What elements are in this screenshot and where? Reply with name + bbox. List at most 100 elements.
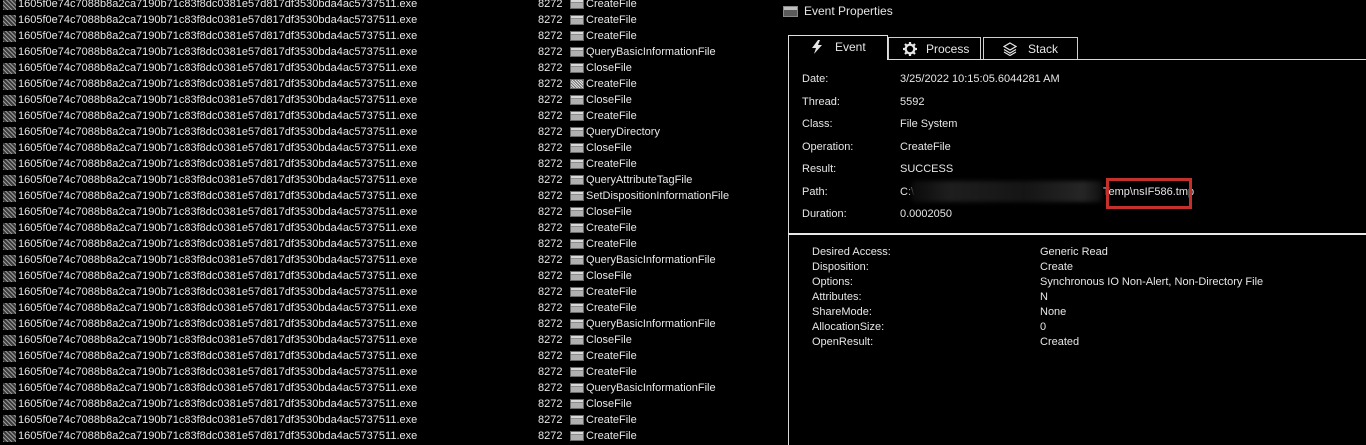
process-name: 1605f0e74c7088b8a2ca7190b71c83f8dc0381e5… [18,254,418,266]
process-name: 1605f0e74c7088b8a2ca7190b71c83f8dc0381e5… [18,414,418,426]
path-highlight-box [1106,178,1192,209]
process-icon [3,143,16,154]
process-name: 1605f0e74c7088b8a2ca7190b71c83f8dc0381e5… [18,206,418,218]
result-label: Result: [802,163,837,175]
process-icon [3,207,16,218]
operation: CreateFile [586,302,637,314]
process-name: 1605f0e74c7088b8a2ca7190b71c83f8dc0381e5… [18,334,418,346]
pid: 8272 [538,414,563,426]
table-row[interactable]: 1605f0e74c7088b8a2ca7190b71c83f8dc0381e5… [0,412,780,428]
file-system-icon [570,31,584,41]
pid: 8272 [538,206,563,218]
table-row[interactable]: 1605f0e74c7088b8a2ca7190b71c83f8dc0381e5… [0,0,780,12]
operation: QueryBasicInformationFile [586,254,716,266]
process-name: 1605f0e74c7088b8a2ca7190b71c83f8dc0381e5… [18,238,418,250]
process-name: 1605f0e74c7088b8a2ca7190b71c83f8dc0381e5… [18,366,418,378]
table-row[interactable]: 1605f0e74c7088b8a2ca7190b71c83f8dc0381e5… [0,108,780,124]
table-row[interactable]: 1605f0e74c7088b8a2ca7190b71c83f8dc0381e5… [0,156,780,172]
pid: 8272 [538,302,563,314]
process-name: 1605f0e74c7088b8a2ca7190b71c83f8dc0381e5… [18,46,418,58]
table-row[interactable]: 1605f0e74c7088b8a2ca7190b71c83f8dc0381e5… [0,380,780,396]
pid: 8272 [538,350,563,362]
process-icon [3,111,16,122]
tab-process[interactable]: Process [888,37,981,59]
file-system-icon [570,319,584,329]
event-list[interactable]: 1605f0e74c7088b8a2ca7190b71c83f8dc0381e5… [0,0,780,445]
table-row[interactable]: 1605f0e74c7088b8a2ca7190b71c83f8dc0381e5… [0,396,780,412]
operation: CloseFile [586,62,632,74]
window-icon [783,6,798,17]
operation: CloseFile [586,142,632,154]
table-row[interactable]: 1605f0e74c7088b8a2ca7190b71c83f8dc0381e5… [0,76,780,92]
pid: 8272 [538,430,563,442]
gear-icon [903,42,917,56]
table-row[interactable]: 1605f0e74c7088b8a2ca7190b71c83f8dc0381e5… [0,316,780,332]
table-row[interactable]: 1605f0e74c7088b8a2ca7190b71c83f8dc0381e5… [0,172,780,188]
tab-stack[interactable]: Stack [983,37,1078,59]
table-row[interactable]: 1605f0e74c7088b8a2ca7190b71c83f8dc0381e5… [0,428,780,444]
file-system-icon [570,383,584,393]
table-row[interactable]: 1605f0e74c7088b8a2ca7190b71c83f8dc0381e5… [0,236,780,252]
event-properties-window: Event Properties Event Process Stack Dat… [780,0,1366,445]
pid: 8272 [538,366,563,378]
operation: SetDispositionInformationFile [586,190,730,202]
table-row[interactable]: 1605f0e74c7088b8a2ca7190b71c83f8dc0381e5… [0,284,780,300]
pid: 8272 [538,0,563,10]
operation: CreateFile [586,366,637,378]
table-row[interactable]: 1605f0e74c7088b8a2ca7190b71c83f8dc0381e5… [0,92,780,108]
file-system-icon [570,207,584,217]
process-icon [3,31,16,42]
operation: QueryBasicInformationFile [586,46,716,58]
table-row[interactable]: 1605f0e74c7088b8a2ca7190b71c83f8dc0381e5… [0,364,780,380]
table-row[interactable]: 1605f0e74c7088b8a2ca7190b71c83f8dc0381e5… [0,204,780,220]
pid: 8272 [538,270,563,282]
process-icon [3,287,16,298]
process-name: 1605f0e74c7088b8a2ca7190b71c83f8dc0381e5… [18,0,418,10]
table-row[interactable]: 1605f0e74c7088b8a2ca7190b71c83f8dc0381e5… [0,12,780,28]
tab-event[interactable]: Event [788,35,888,60]
table-row[interactable]: 1605f0e74c7088b8a2ca7190b71c83f8dc0381e5… [0,268,780,284]
table-row[interactable]: 1605f0e74c7088b8a2ca7190b71c83f8dc0381e5… [0,60,780,76]
class-value: File System [900,118,958,130]
process-name: 1605f0e74c7088b8a2ca7190b71c83f8dc0381e5… [18,398,418,410]
operation: CloseFile [586,334,632,346]
operation-value: CreateFile [900,141,951,153]
table-row[interactable]: 1605f0e74c7088b8a2ca7190b71c83f8dc0381e5… [0,300,780,316]
table-row[interactable]: 1605f0e74c7088b8a2ca7190b71c83f8dc0381e5… [0,188,780,204]
process-icon [3,239,16,250]
process-icon [3,255,16,266]
operation: CreateFile [586,0,637,10]
duration-value: 0.0002050 [900,208,952,220]
process-name: 1605f0e74c7088b8a2ca7190b71c83f8dc0381e5… [18,318,418,330]
operation: CloseFile [586,94,632,106]
table-row[interactable]: 1605f0e74c7088b8a2ca7190b71c83f8dc0381e5… [0,44,780,60]
file-system-icon [570,239,584,249]
table-row[interactable]: 1605f0e74c7088b8a2ca7190b71c83f8dc0381e5… [0,140,780,156]
file-system-icon [570,191,584,201]
table-row[interactable]: 1605f0e74c7088b8a2ca7190b71c83f8dc0381e5… [0,252,780,268]
operation: CreateFile [586,14,637,26]
tab-stack-label: Stack [1028,42,1059,56]
file-system-icon [570,255,584,265]
pid: 8272 [538,254,563,266]
file-system-icon [570,95,584,105]
table-row[interactable]: 1605f0e74c7088b8a2ca7190b71c83f8dc0381e5… [0,28,780,44]
operation-label: Operation: [802,141,854,153]
detail-label: Disposition: [812,261,869,273]
table-row[interactable]: 1605f0e74c7088b8a2ca7190b71c83f8dc0381e5… [0,220,780,236]
operation: CreateFile [586,158,637,170]
file-system-icon [570,367,584,377]
file-system-icon [570,47,584,57]
process-name: 1605f0e74c7088b8a2ca7190b71c83f8dc0381e5… [18,142,418,154]
detail-label: Attributes: [812,291,862,303]
process-icon [3,431,16,442]
tab-event-label: Event [835,40,866,54]
detail-label: ShareMode: [812,306,872,318]
table-row[interactable]: 1605f0e74c7088b8a2ca7190b71c83f8dc0381e5… [0,124,780,140]
process-icon [3,415,16,426]
table-row[interactable]: 1605f0e74c7088b8a2ca7190b71c83f8dc0381e5… [0,332,780,348]
detail-label: Options: [812,276,853,288]
table-row[interactable]: 1605f0e74c7088b8a2ca7190b71c83f8dc0381e5… [0,348,780,364]
process-icon [3,63,16,74]
operation: CreateFile [586,110,637,122]
